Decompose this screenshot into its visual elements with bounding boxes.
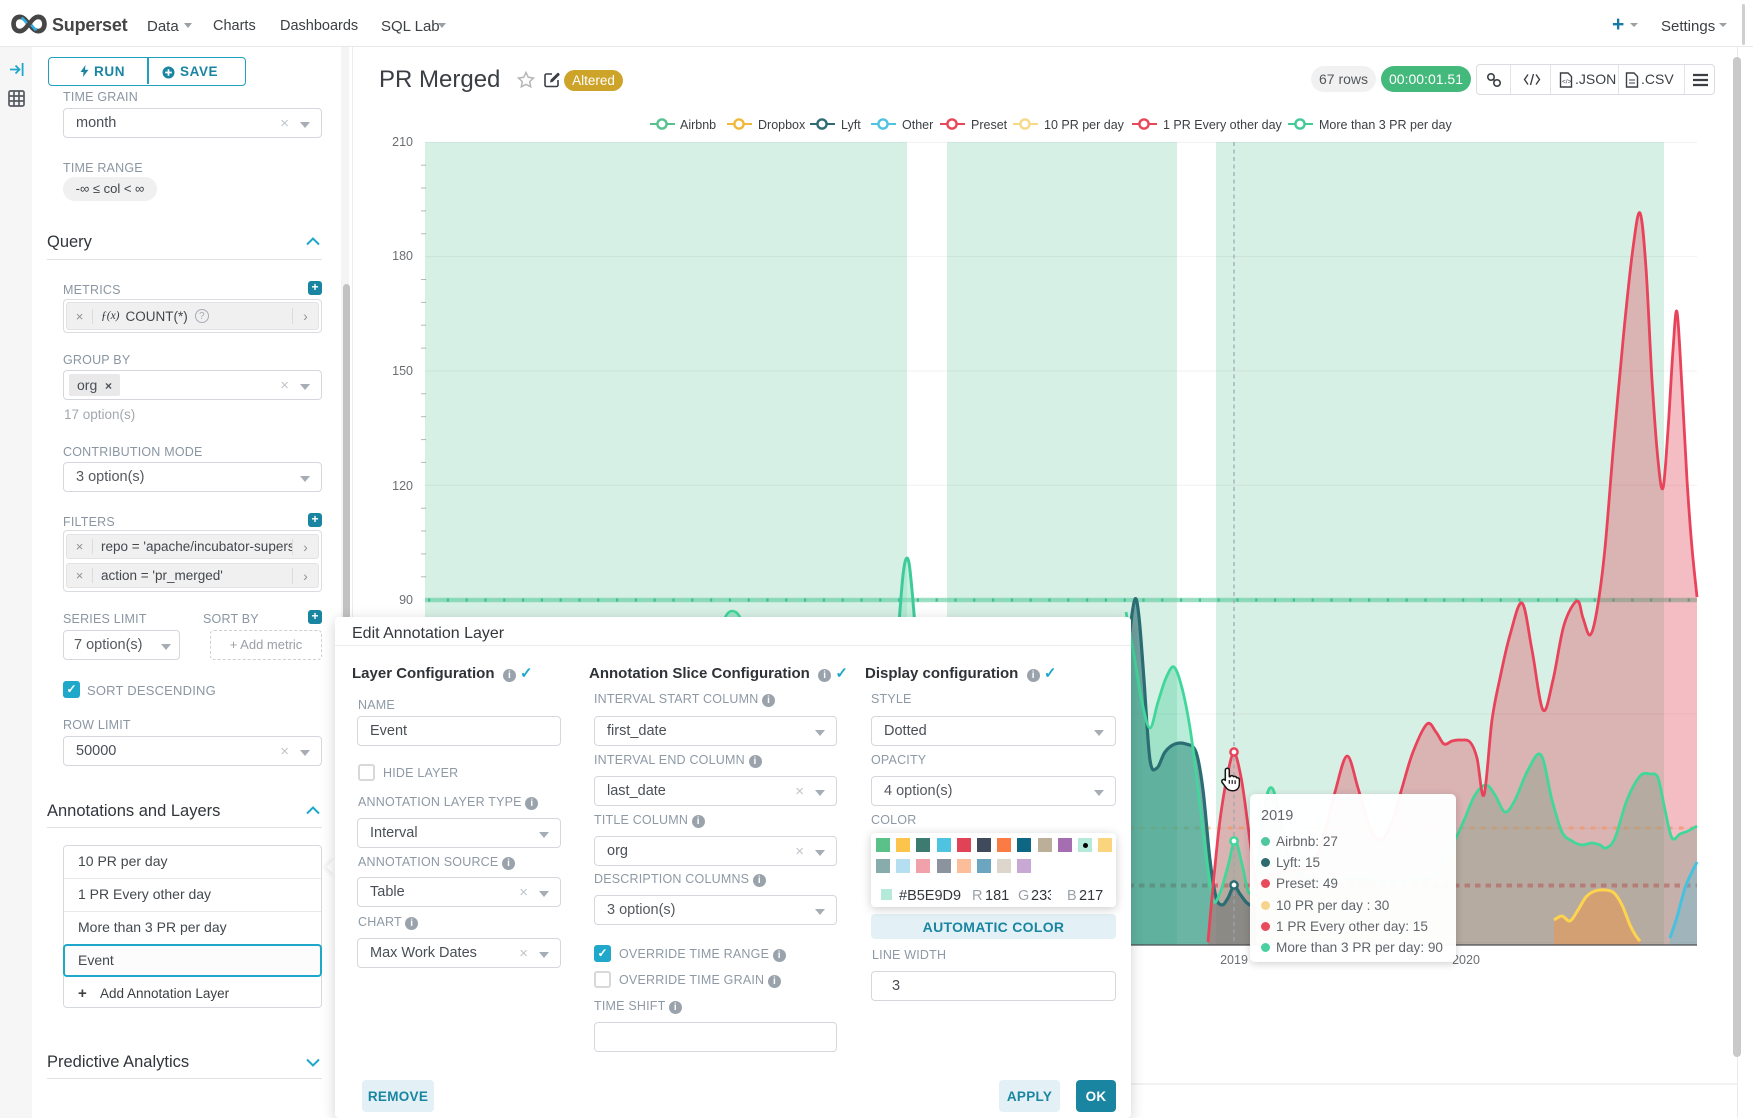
svg-text:90: 90 [399, 593, 413, 607]
svg-text:More than 3 PR per day: More than 3 PR per day [1319, 118, 1452, 132]
svg-text:180: 180 [392, 249, 413, 263]
svg-text:2019: 2019 [1220, 953, 1248, 967]
svg-text:10 PR per day: 10 PR per day [1044, 118, 1125, 132]
svg-text:120: 120 [392, 479, 413, 493]
svg-text:Dropbox: Dropbox [758, 118, 806, 132]
svg-text:150: 150 [392, 364, 413, 378]
svg-text:Other: Other [902, 118, 933, 132]
svg-text:Preset: Preset [971, 118, 1008, 132]
svg-text:Lyft: Lyft [841, 118, 861, 132]
svg-text:1 PR Every other day: 1 PR Every other day [1163, 118, 1283, 132]
svg-text:2020: 2020 [1452, 953, 1480, 967]
svg-text:210: 210 [392, 135, 413, 149]
svg-text:Airbnb: Airbnb [680, 118, 716, 132]
